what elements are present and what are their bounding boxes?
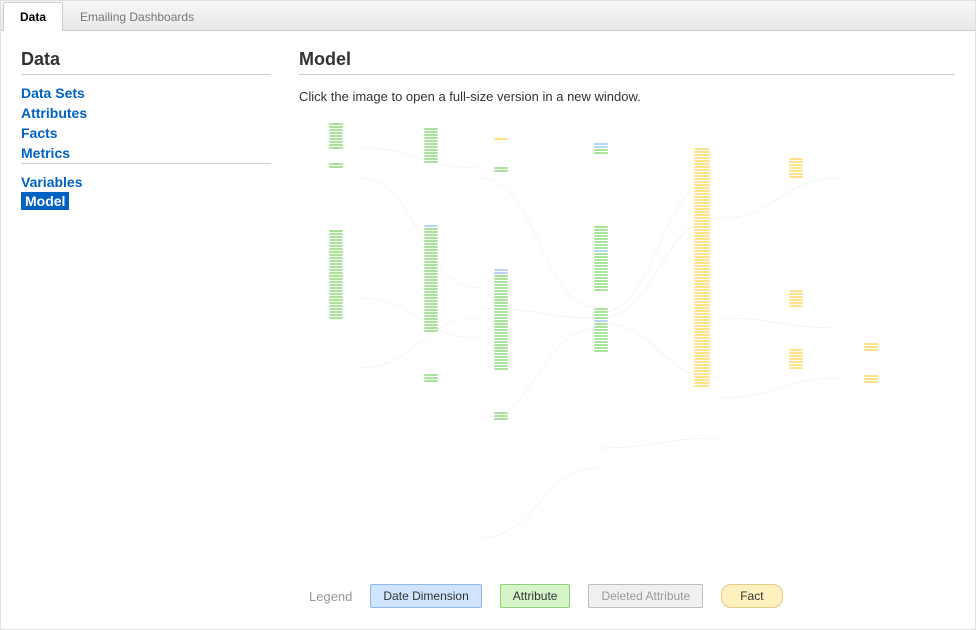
- legend-date-dimension: Date Dimension: [370, 584, 481, 608]
- sidebar-item-data-sets[interactable]: Data Sets: [21, 83, 271, 103]
- main-panel: Model Click the image to open a full-siz…: [281, 41, 955, 618]
- sidebar-item-variables[interactable]: Variables: [21, 172, 271, 192]
- sidebar-item-attributes[interactable]: Attributes: [21, 103, 271, 123]
- legend-attribute: Attribute: [500, 584, 571, 608]
- diagram-column: [694, 148, 710, 578]
- sidebar-heading: Data: [21, 49, 271, 70]
- sidebar-item-model[interactable]: Model: [21, 192, 69, 210]
- main-heading: Model: [299, 49, 955, 70]
- tab-bar: Data Emailing Dashboards: [1, 1, 975, 31]
- legend-deleted-attribute: Deleted Attribute: [588, 584, 703, 608]
- legend: Legend Date Dimension Attribute Deleted …: [299, 578, 955, 608]
- tab-data[interactable]: Data: [3, 2, 63, 31]
- diagram-column: [864, 343, 878, 578]
- legend-fact: Fact: [721, 584, 782, 608]
- main-hint: Click the image to open a full-size vers…: [299, 89, 955, 104]
- diagram-column: [789, 158, 803, 578]
- sidebar-item-metrics[interactable]: Metrics: [21, 143, 271, 163]
- content-area: Data Data Sets Attributes Facts Metrics …: [1, 31, 975, 628]
- diagram-column: [424, 128, 438, 578]
- tab-emailing-dashboards[interactable]: Emailing Dashboards: [63, 2, 211, 30]
- diagram-column: [594, 143, 608, 578]
- sidebar: Data Data Sets Attributes Facts Metrics …: [21, 41, 281, 618]
- sidebar-item-facts[interactable]: Facts: [21, 123, 271, 143]
- legend-label: Legend: [309, 589, 352, 604]
- main-divider: [299, 74, 955, 75]
- diagram-column: [494, 138, 508, 578]
- sidebar-divider: [21, 74, 271, 75]
- sidebar-divider-2: [21, 163, 271, 164]
- diagram-column: [329, 123, 343, 578]
- model-diagram-thumbnail[interactable]: [299, 118, 909, 578]
